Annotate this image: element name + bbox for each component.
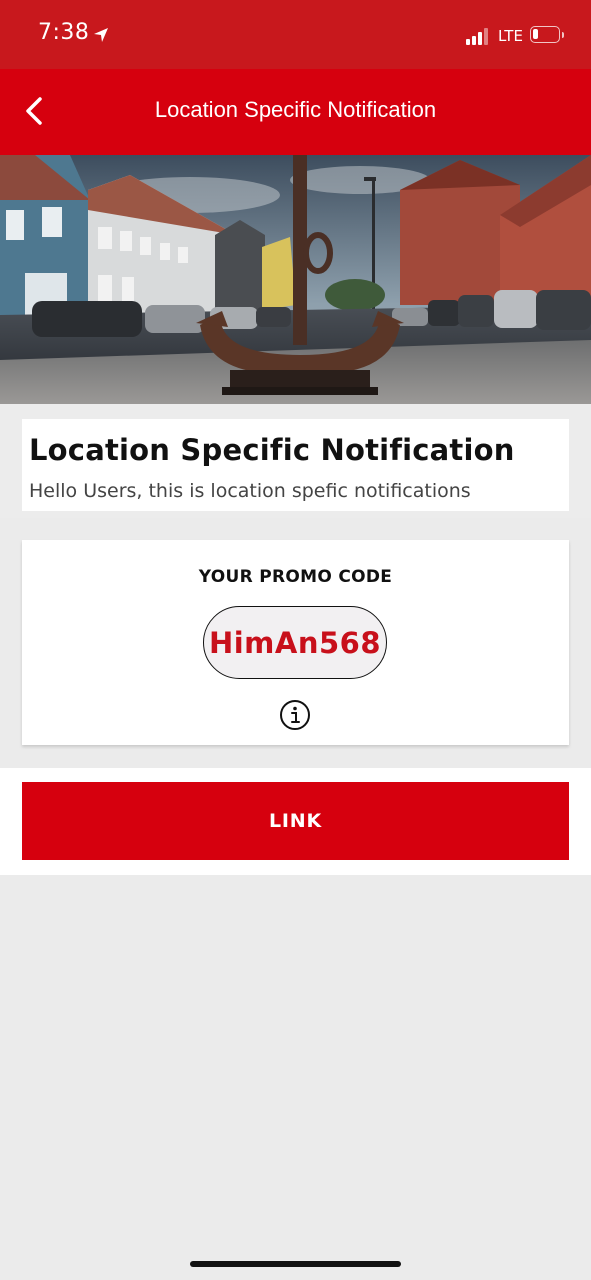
- promo-code: HimAn568: [208, 625, 382, 660]
- status-bar: 7:38 LTE: [0, 0, 591, 69]
- notification-message: Hello Users, this is location spefic not…: [29, 480, 471, 502]
- status-time: 7:38: [38, 20, 90, 45]
- notification-title: Location Specific Notification: [29, 433, 515, 467]
- home-indicator[interactable]: [190, 1261, 401, 1267]
- nav-bar: Location Specific Notification: [0, 69, 591, 155]
- promo-label: YOUR PROMO CODE: [198, 567, 393, 587]
- page-title: Location Specific Notification: [154, 97, 437, 122]
- hero-image: [0, 155, 591, 404]
- cellular-signal-icon: [466, 27, 492, 45]
- promo-code-pill[interactable]: HimAn568: [203, 606, 387, 679]
- promo-card: YOUR PROMO CODE HimAn568: [22, 540, 569, 745]
- location-arrow-icon: [94, 28, 108, 42]
- info-circle-icon[interactable]: [279, 699, 311, 731]
- notification-card: Location Specific Notification Hello Use…: [22, 419, 569, 511]
- battery-low-icon: [530, 26, 560, 43]
- network-type: LTE: [498, 27, 523, 45]
- link-button[interactable]: LINK: [22, 782, 569, 860]
